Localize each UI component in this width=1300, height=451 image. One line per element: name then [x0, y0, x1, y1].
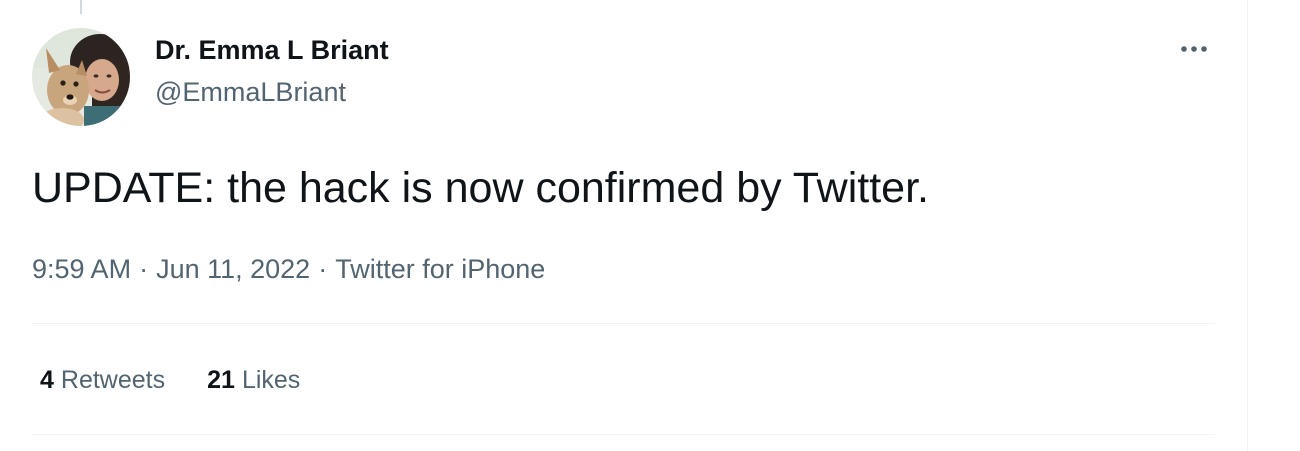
author-handle[interactable]: @EmmaLBriant [155, 76, 346, 108]
author-display-name[interactable]: Dr. Emma L Briant [155, 34, 389, 66]
meta-separator: · [318, 254, 328, 284]
divider [32, 434, 1215, 435]
tweet-source[interactable]: Twitter for iPhone [335, 254, 545, 284]
likes-stat[interactable]: 21 Likes [207, 364, 300, 396]
tweet-time[interactable]: 9:59 AM [32, 254, 131, 284]
likes-label: Likes [241, 366, 301, 394]
thread-connector-line [80, 0, 82, 14]
retweets-count: 4 [40, 366, 54, 394]
tweet-text: UPDATE: the hack is now confirmed by Twi… [32, 164, 929, 212]
tweet-date[interactable]: Jun 11, 2022 [156, 254, 310, 284]
more-options-button[interactable] [1172, 34, 1216, 64]
column-border [1247, 0, 1248, 451]
retweets-label: Retweets [60, 366, 166, 394]
tweet-detail: Dr. Emma L Briant @EmmaLBriant UPDATE: t… [0, 0, 1300, 451]
retweets-stat[interactable]: 4 Retweets [40, 364, 165, 396]
divider [32, 323, 1215, 324]
meta-separator: · [139, 254, 149, 284]
tweet-stats: 4 Retweets 21 Likes [40, 364, 300, 396]
more-horizontal-icon [1181, 46, 1207, 52]
tweet-metadata: 9:59 AM · Jun 11, 2022 · Twitter for iPhone [32, 252, 545, 286]
avatar[interactable] [32, 28, 130, 126]
profile-photo-icon [32, 28, 130, 126]
likes-count: 21 [207, 366, 235, 394]
